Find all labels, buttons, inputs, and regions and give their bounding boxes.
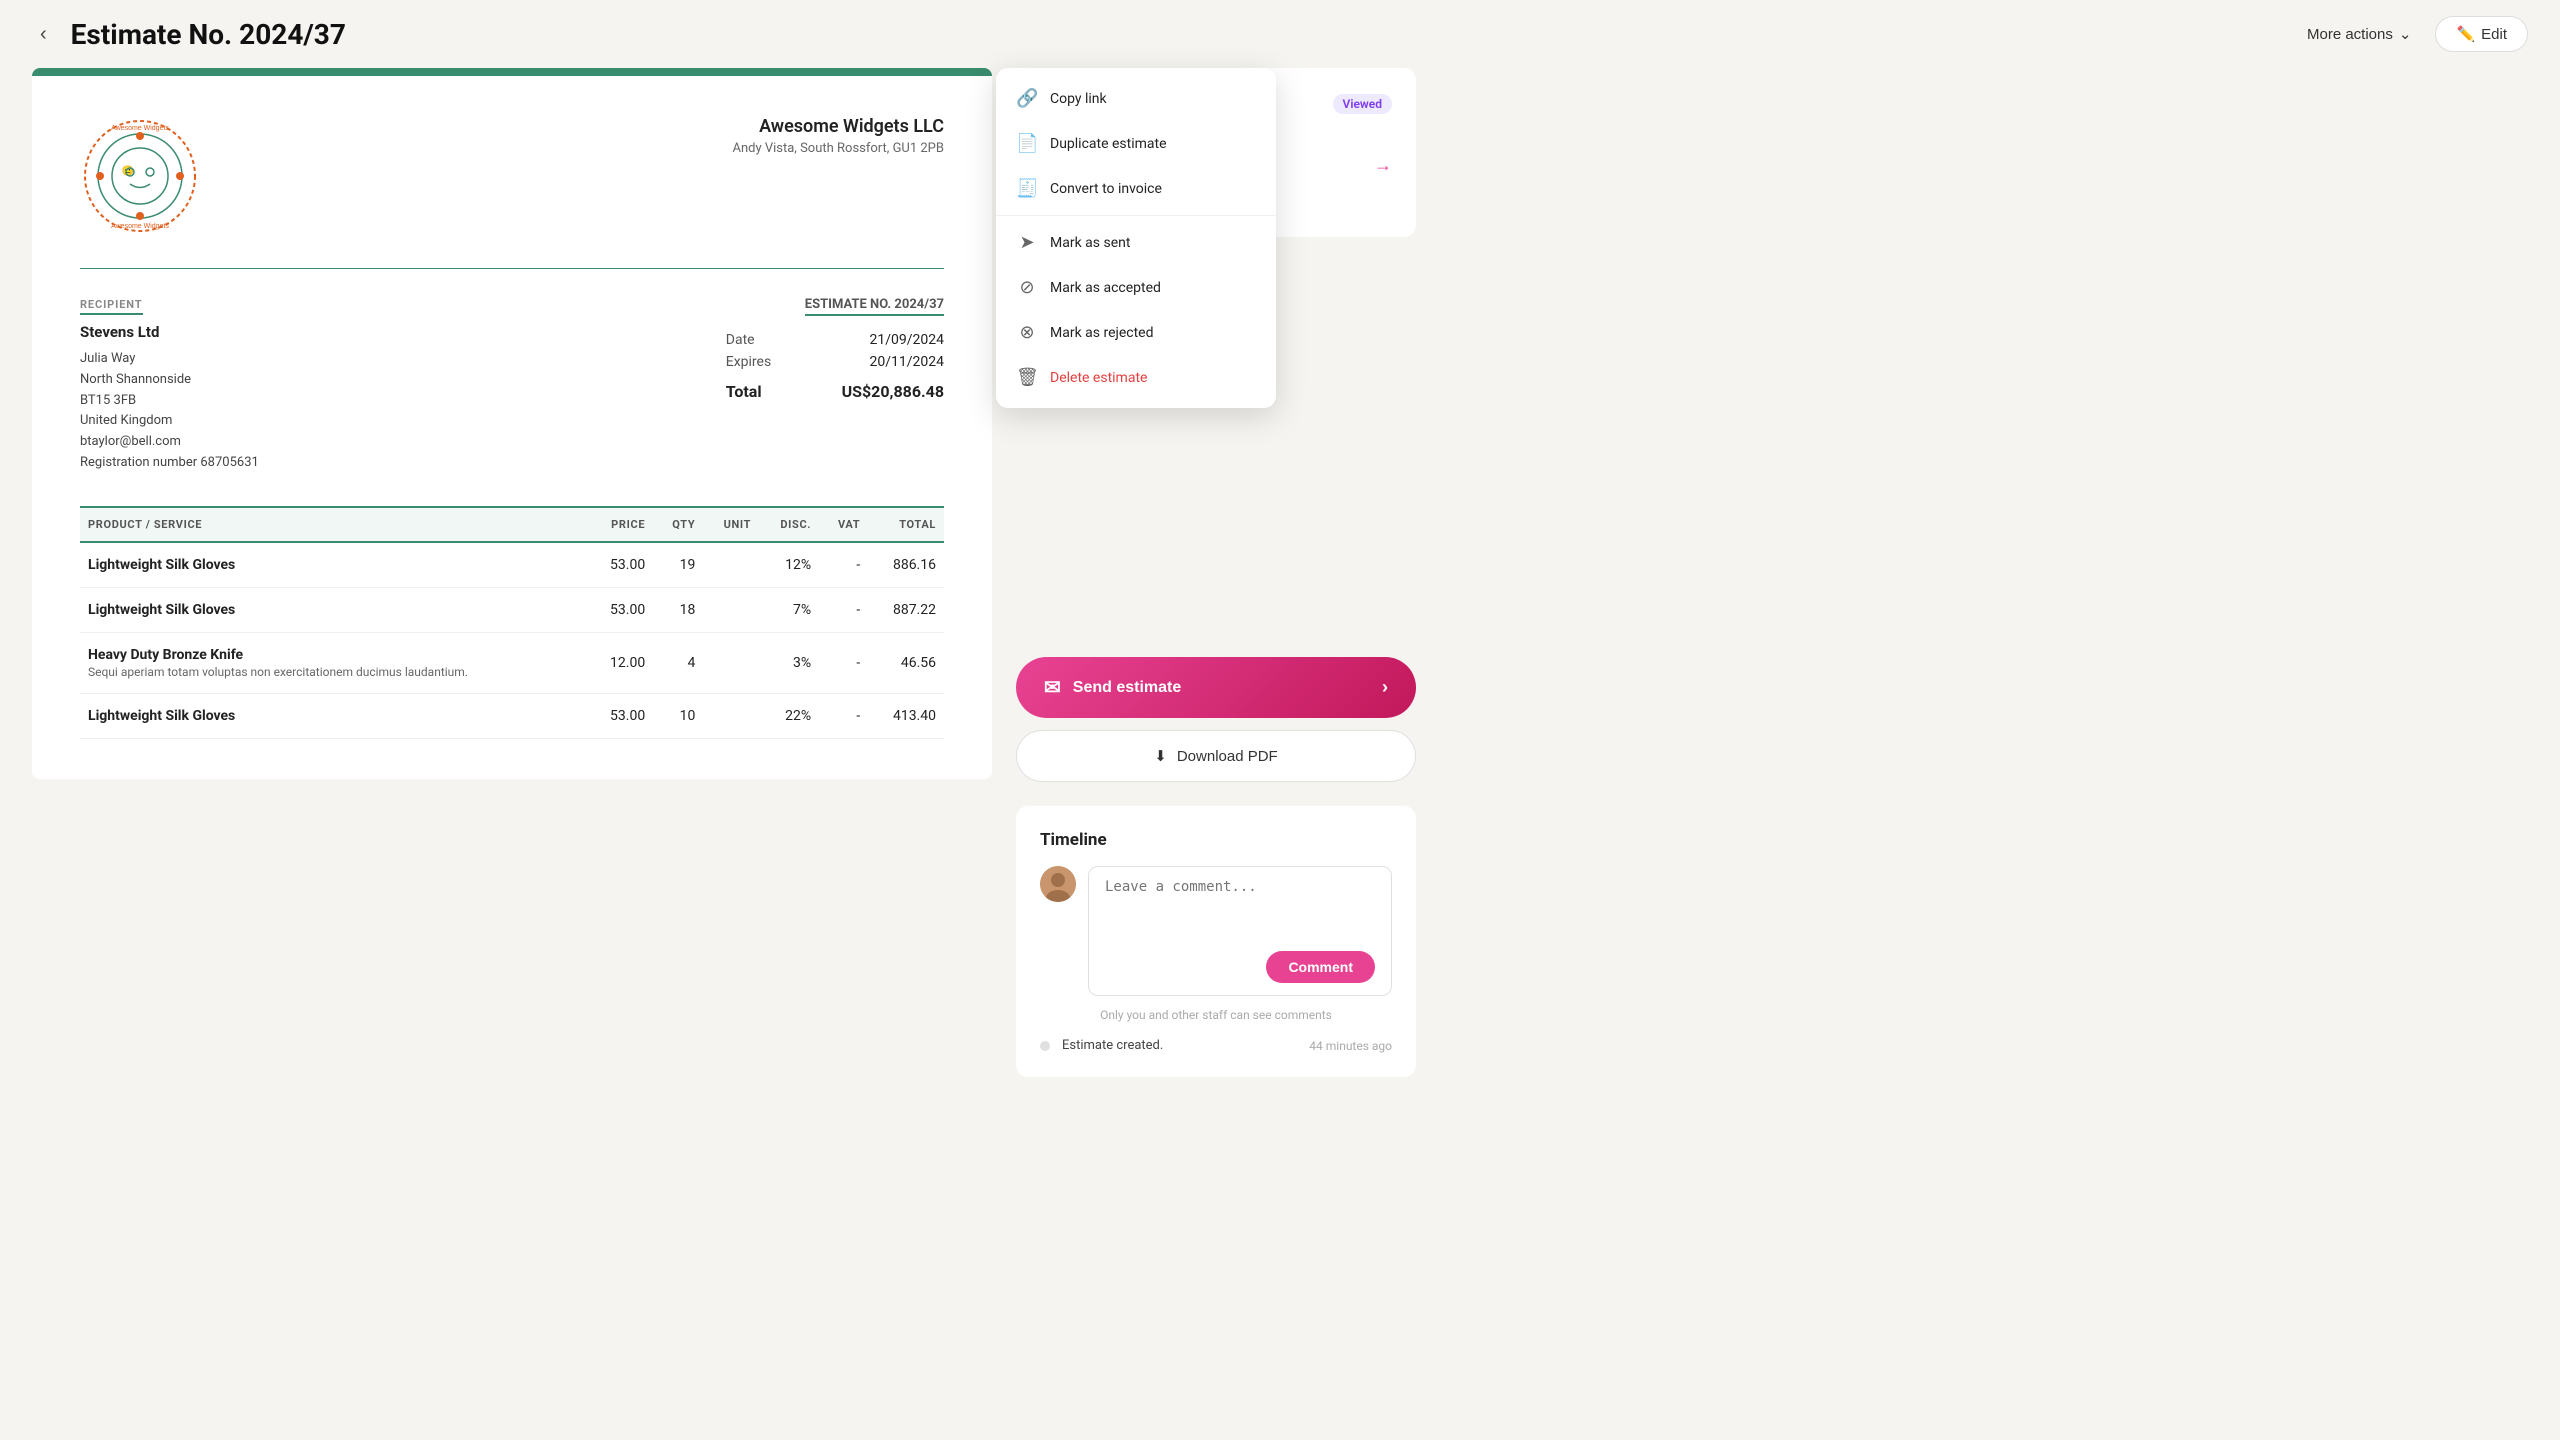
download-pdf-button[interactable]: ⬇ Download PDF — [1016, 730, 1416, 782]
dropdown-item-mark-rejected[interactable]: ⊗ Mark as rejected — [996, 310, 1276, 355]
page-title: Estimate No. 2024/37 — [71, 18, 2279, 51]
dropdown-item-duplicate[interactable]: 📄 Duplicate estimate — [996, 121, 1276, 166]
estimate-total-row: Total US$20,886.48 — [726, 382, 944, 401]
dropdown-item-delete[interactable]: 🗑 Delete estimate — [996, 355, 1276, 400]
table-row: Lightweight Silk Gloves 53.00 18 7% - 88… — [80, 587, 944, 632]
doc-meta: RECIPIENT Stevens Ltd Julia Way North Sh… — [80, 293, 944, 474]
company-name: Awesome Widgets LLC — [732, 116, 944, 137]
mark-rejected-icon: ⊗ — [1016, 322, 1038, 343]
viewed-badge: Viewed — [1333, 94, 1392, 114]
timeline-section: Timeline Comment Only you and other — [1016, 806, 1416, 1077]
recipient-address: Julia Way North Shannonside BT15 3FB Uni… — [80, 349, 259, 474]
timeline-events: Estimate created. 44 minutes ago — [1040, 1038, 1392, 1053]
send-estimate-button[interactable]: ✉ Send estimate › — [1016, 657, 1416, 718]
col-price: PRICE — [588, 507, 654, 542]
arrow-right-icon: → — [1374, 155, 1392, 176]
company-info: Awesome Widgets LLC Andy Vista, South Ro… — [732, 116, 944, 156]
company-logo: 😐 Awesome Widgets Awesome Widgets — [80, 116, 200, 236]
comment-box: Comment — [1088, 866, 1392, 996]
page-header: ‹ Estimate No. 2024/37 More actions ⌄ ✏️… — [0, 0, 2560, 68]
col-total: TOTAL — [868, 507, 944, 542]
doc-header: 😐 Awesome Widgets Awesome Widgets Awesom — [80, 116, 944, 236]
back-button[interactable]: ‹ — [32, 19, 55, 50]
main-layout: 😐 Awesome Widgets Awesome Widgets Awesom — [0, 68, 2560, 1109]
col-vat: VAT — [819, 507, 868, 542]
comment-button[interactable]: Comment — [1266, 951, 1375, 983]
action-buttons: ✉ Send estimate › ⬇ Download PDF — [1016, 657, 1416, 782]
company-address: Andy Vista, South Rossfort, GU1 2PB — [732, 141, 944, 156]
send-chevron-icon: › — [1382, 677, 1388, 698]
mark-accepted-icon: ⊘ — [1016, 277, 1038, 298]
doc-divider — [80, 268, 944, 269]
dropdown-item-convert[interactable]: 🧾 Convert to invoice — [996, 166, 1276, 211]
estimate-date-row: Date 21/09/2024 — [726, 332, 944, 348]
timeline-dot — [1040, 1041, 1050, 1051]
comment-btn-row: Comment — [1105, 951, 1375, 983]
dropdown-item-mark-accepted[interactable]: ⊘ Mark as accepted — [996, 265, 1276, 310]
svg-text:Awesome Widgets: Awesome Widgets — [111, 125, 169, 132]
delete-icon: 🗑 — [1016, 367, 1038, 388]
recipient-section: RECIPIENT Stevens Ltd Julia Way North Sh… — [80, 293, 259, 474]
comment-input[interactable] — [1105, 879, 1375, 939]
items-table: PRODUCT / SERVICE PRICE QTY UNIT DISC. V… — [80, 506, 944, 739]
timeline-title: Timeline — [1040, 830, 1392, 850]
copy-link-icon: 🔗 — [1016, 88, 1038, 109]
avatar — [1040, 866, 1076, 902]
header-actions: More actions ⌄ ✏️ Edit — [2295, 16, 2528, 52]
col-disc: DISC. — [759, 507, 819, 542]
pencil-icon: ✏️ — [2456, 25, 2475, 43]
estimate-expires-row: Expires 20/11/2024 — [726, 354, 944, 370]
col-qty: QTY — [653, 507, 703, 542]
dropdown-divider — [996, 215, 1276, 216]
edit-button[interactable]: ✏️ Edit — [2435, 16, 2528, 52]
dropdown-item-copy-link[interactable]: 🔗 Copy link — [996, 76, 1276, 121]
table-row: Lightweight Silk Gloves 53.00 19 12% - 8… — [80, 542, 944, 588]
comment-note: Only you and other staff can see comment… — [1040, 1008, 1392, 1022]
col-unit: UNIT — [703, 507, 759, 542]
document-area: 😐 Awesome Widgets Awesome Widgets Awesom — [32, 68, 992, 779]
table-row: Lightweight Silk Gloves 53.00 10 22% - 4… — [80, 693, 944, 738]
estimate-details: ESTIMATE NO. 2024/37 Date 21/09/2024 Exp… — [726, 293, 944, 474]
more-actions-button[interactable]: More actions ⌄ — [2295, 17, 2423, 51]
mark-sent-icon: ➤ — [1016, 232, 1038, 253]
col-product: PRODUCT / SERVICE — [80, 507, 588, 542]
dropdown-item-mark-sent[interactable]: ➤ Mark as sent — [996, 220, 1276, 265]
more-actions-label: More actions — [2307, 26, 2393, 43]
svg-text:Awesome Widgets: Awesome Widgets — [111, 223, 169, 230]
duplicate-icon: 📄 — [1016, 133, 1038, 154]
estimate-number: ESTIMATE NO. 2024/37 — [805, 297, 944, 316]
recipient-label: RECIPIENT — [80, 298, 143, 315]
chevron-down-icon: ⌄ — [2399, 25, 2412, 43]
timeline-event: Estimate created. 44 minutes ago — [1040, 1038, 1392, 1053]
dropdown-menu: 🔗 Copy link 📄 Duplicate estimate 🧾 Conve… — [996, 68, 1276, 408]
doc-top-bar — [32, 68, 992, 76]
recipient-name: Stevens Ltd — [80, 323, 259, 341]
doc-content: 😐 Awesome Widgets Awesome Widgets Awesom — [32, 76, 992, 779]
download-icon: ⬇ — [1154, 747, 1167, 765]
comment-area: Comment — [1040, 866, 1392, 996]
sidebar: Summary US$20,8... Viewed 👤 Stev → 📅 Exp… — [1016, 68, 1416, 1077]
table-row: Heavy Duty Bronze Knife Sequi aperiam to… — [80, 632, 944, 693]
send-icon: ✉ — [1044, 675, 1061, 700]
convert-icon: 🧾 — [1016, 178, 1038, 199]
